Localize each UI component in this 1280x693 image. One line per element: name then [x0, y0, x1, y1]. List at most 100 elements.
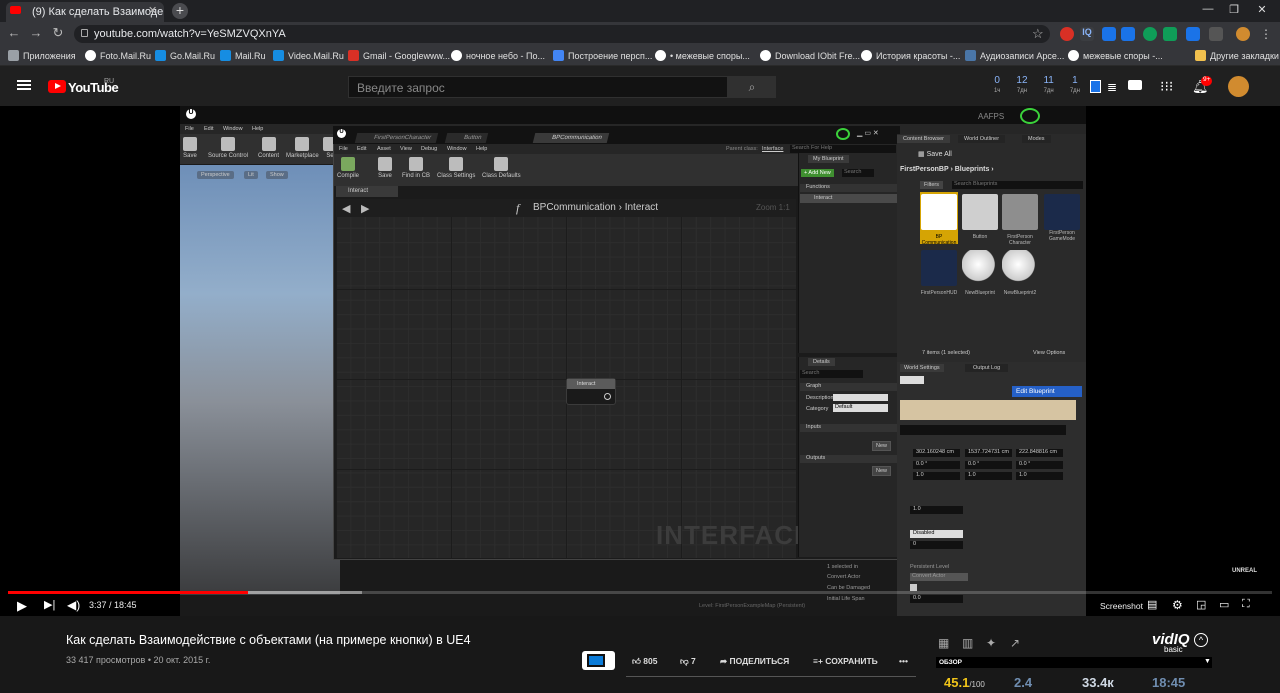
my-blueprint-search[interactable]: Search: [842, 169, 874, 177]
outputs-section-header[interactable]: Outputs: [800, 455, 897, 463]
filters-button[interactable]: Filters: [920, 181, 943, 189]
inputs-section-header[interactable]: Inputs: [800, 424, 897, 432]
scale-z-field[interactable]: 1.0: [1016, 472, 1063, 480]
chevron-down-icon[interactable]: ▼: [1204, 658, 1211, 665]
bookmark-item[interactable]: Foto.Mail.Ru: [85, 50, 151, 61]
bookmark-item[interactable]: ночное небо - По...: [451, 50, 545, 61]
ue-menu-file[interactable]: File: [185, 126, 194, 132]
bp-menu-file[interactable]: File: [339, 146, 348, 152]
reload-icon[interactable]: ↻: [49, 25, 67, 41]
dislike-button[interactable]: 👎︎ 7: [680, 656, 696, 667]
settings-gear-icon[interactable]: ⚙: [1172, 598, 1183, 612]
property-field[interactable]: 1.0: [910, 506, 963, 514]
save-all-button[interactable]: ▦ Save All: [918, 150, 952, 158]
stats-icon[interactable]: ▥: [962, 636, 973, 650]
extensions-puzzle-icon[interactable]: [1209, 27, 1223, 41]
extension-translate-icon[interactable]: [1102, 27, 1116, 41]
convert-actor-dropdown[interactable]: Convert Actor: [910, 573, 968, 581]
address-bar[interactable]: youtube.com/watch?v=YeSMZVQXnYA: [74, 25, 1050, 43]
maximize-button[interactable]: ❐: [1222, 3, 1246, 16]
youtube-logo-icon[interactable]: [48, 80, 66, 93]
my-blueprint-tab[interactable]: My Blueprint: [808, 155, 849, 163]
component-list[interactable]: [900, 400, 1076, 420]
graph-back-icon[interactable]: ◀: [342, 202, 350, 215]
play-icon[interactable]: ▶: [17, 598, 27, 614]
extension-grammarly-icon[interactable]: [1143, 27, 1157, 41]
search-icon[interactable]: ⌕: [728, 76, 776, 98]
graph-tab-interact[interactable]: Interact: [336, 186, 398, 197]
viewport-show-button[interactable]: Show: [266, 171, 288, 179]
grid-icon[interactable]: ▦: [938, 636, 949, 650]
bookmark-star-icon[interactable]: ☆: [1032, 26, 1044, 42]
world-settings-tab[interactable]: World Settings: [900, 364, 944, 372]
extension-adblock-icon[interactable]: [1060, 27, 1074, 41]
bp-menu-window[interactable]: Window: [447, 146, 467, 152]
new-output-button[interactable]: New: [872, 466, 892, 476]
life-span-field[interactable]: 0.0: [910, 595, 963, 603]
find-in-cb-button[interactable]: Find in CB: [402, 157, 430, 179]
bookmark-item[interactable]: Download IObit Fre...: [760, 50, 860, 61]
chrome-menu-icon[interactable]: ⋮: [1259, 27, 1273, 41]
vidiq-extension-icon[interactable]: [1090, 80, 1101, 93]
asset-firstperson-gamemode[interactable]: [1044, 194, 1080, 230]
location-z-field[interactable]: 222.848816 cm: [1016, 449, 1063, 457]
rotation-z-field[interactable]: 0.0 °: [1016, 461, 1063, 469]
location-y-field[interactable]: 1537.724731 cm: [965, 449, 1012, 457]
volume-icon[interactable]: ◀︎): [67, 598, 80, 612]
category-dropdown[interactable]: Default: [833, 404, 888, 412]
collapse-icon[interactable]: ^: [1194, 633, 1208, 647]
compile-button[interactable]: Compile: [337, 157, 359, 179]
bp-tab-button[interactable]: Button: [444, 133, 489, 143]
details-tab[interactable]: Details: [808, 358, 835, 366]
twitter-icon[interactable]: ✦: [986, 636, 996, 650]
details-search[interactable]: Search: [800, 370, 863, 378]
parent-class-value[interactable]: Interface: [762, 146, 783, 152]
actor-name-field[interactable]: [900, 376, 924, 384]
details-filter[interactable]: [900, 425, 1066, 435]
breadcrumb-root[interactable]: BPCommunication: [533, 202, 616, 213]
output-log-tab[interactable]: Output Log: [965, 364, 1009, 372]
can-be-damaged-checkbox[interactable]: [910, 584, 917, 591]
apps-grid-icon[interactable]: ⁝⁝⁝: [1160, 78, 1173, 95]
like-button[interactable]: 👍︎ 805: [632, 656, 657, 667]
fullscreen-icon[interactable]: ⛶: [1242, 598, 1250, 611]
menu-hamburger-icon[interactable]: [17, 80, 31, 90]
modes-tab[interactable]: Modes: [1022, 135, 1051, 143]
bookmark-item[interactable]: Построение персп...: [553, 50, 652, 61]
location-x-field[interactable]: 302.160248 cm: [913, 449, 960, 457]
function-item-interact[interactable]: Interact: [800, 194, 897, 203]
view-options-button[interactable]: View Options: [1033, 350, 1065, 356]
extension-vidiq-icon[interactable]: IQ: [1080, 27, 1094, 41]
new-input-button[interactable]: New: [872, 441, 892, 451]
create-video-icon[interactable]: [1128, 80, 1142, 90]
close-window-button[interactable]: ✕: [1250, 3, 1274, 16]
vidiq-overview-header[interactable]: ОБЗОР: [936, 657, 1212, 668]
bookmark-apps[interactable]: Приложения: [8, 50, 76, 61]
new-tab-button[interactable]: +: [172, 3, 188, 19]
bp-save-button[interactable]: Save: [378, 157, 392, 179]
content-browser-tab[interactable]: Content Browser: [897, 135, 950, 143]
viewport-perspective-button[interactable]: Perspective: [197, 171, 234, 179]
vidiq-counters[interactable]: 0 1ч 12 7дн 11 7дн 1 7дн: [986, 76, 1088, 98]
scale-x-field[interactable]: 1.0: [913, 472, 960, 480]
edit-blueprint-button[interactable]: Edit Blueprint: [1012, 386, 1082, 397]
extension-refresh-icon[interactable]: [1163, 27, 1177, 41]
bookmark-item[interactable]: Mail.Ru: [220, 50, 266, 61]
bookmark-other[interactable]: Другие закладки: [1195, 50, 1279, 61]
bp-window-controls[interactable]: ▁ ▭ ✕: [857, 129, 879, 137]
breadcrumb-leaf[interactable]: Interact: [625, 202, 658, 213]
search-input[interactable]: Введите запрос: [348, 76, 728, 98]
asset-bp-communication[interactable]: [921, 194, 957, 230]
graph-section-header[interactable]: Graph: [800, 383, 897, 391]
asset-firstperson-hud[interactable]: [921, 250, 957, 286]
bp-help-search[interactable]: Search For Help: [790, 145, 896, 153]
property-dropdown[interactable]: Disabled: [910, 530, 963, 538]
exec-pin-icon[interactable]: [604, 393, 611, 400]
extension-new-icon[interactable]: [1121, 27, 1135, 41]
screenshot-button[interactable]: Screenshot: [1100, 601, 1143, 611]
theater-mode-icon[interactable]: ▭: [1219, 598, 1229, 611]
bookmark-item[interactable]: История красоты -...: [861, 50, 960, 61]
ue-content-button[interactable]: Content: [258, 137, 279, 159]
description-field[interactable]: [833, 394, 888, 401]
scale-y-field[interactable]: 1.0: [965, 472, 1012, 480]
